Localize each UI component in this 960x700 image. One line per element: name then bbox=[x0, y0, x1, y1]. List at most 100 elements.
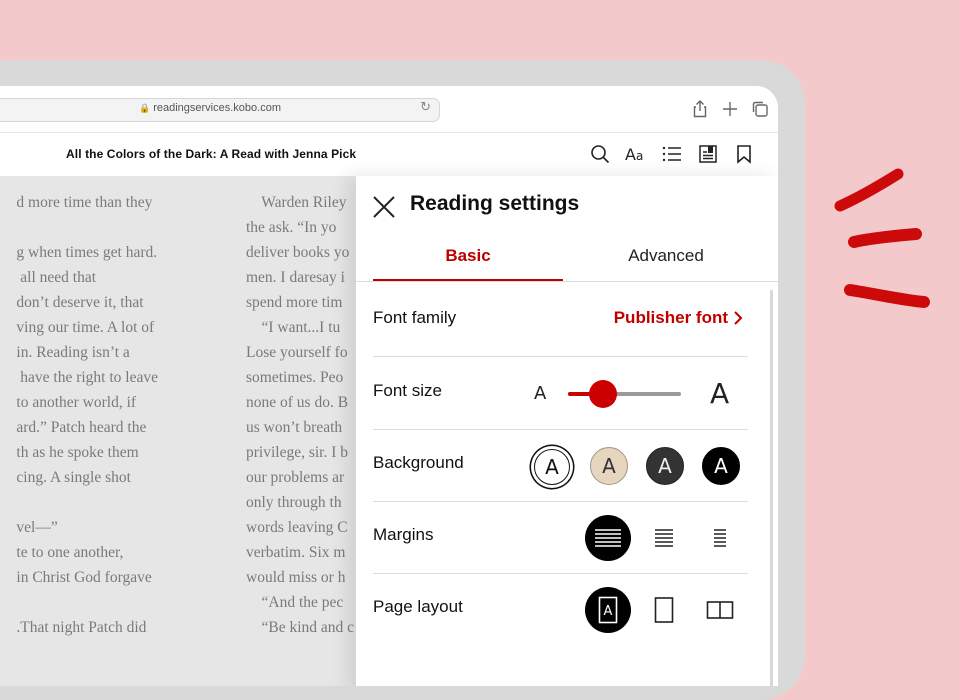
text-line: have the right to leave bbox=[16, 369, 158, 386]
text-line: spend more tim bbox=[246, 294, 343, 311]
text-line: none of us do. B bbox=[246, 394, 349, 411]
svg-text:A: A bbox=[604, 604, 613, 619]
text-line: privilege, sir. I b bbox=[246, 444, 349, 461]
swatch-glyph: A bbox=[658, 454, 672, 478]
tabs-divider bbox=[356, 281, 778, 282]
text-line: Lose yourself fo bbox=[246, 344, 348, 361]
margins-medium-icon bbox=[655, 529, 673, 547]
text-line: sometimes. Peo bbox=[246, 369, 344, 386]
book-title: All the Colors of the Dark: A Read with … bbox=[66, 147, 357, 161]
font-size-label: Font size bbox=[373, 381, 442, 400]
margins-medium-option[interactable] bbox=[641, 515, 687, 561]
text-line: “Be kind and c bbox=[246, 619, 355, 636]
text-line: .That night Patch did bbox=[16, 619, 147, 636]
text-line: in Christ God forgave bbox=[16, 569, 152, 586]
text-line: all need that bbox=[16, 269, 97, 286]
swatch-glyph: A bbox=[602, 454, 616, 478]
text-line bbox=[16, 590, 158, 615]
font-size-decrease-glyph[interactable]: A bbox=[534, 383, 546, 404]
text-line: verbatim. Six m bbox=[246, 544, 346, 561]
text-line: vel—” bbox=[16, 519, 58, 536]
chevron-right-icon[interactable] bbox=[730, 306, 746, 330]
text-line: don’t deserve it, that bbox=[16, 294, 144, 311]
background-black-option[interactable]: A bbox=[702, 447, 740, 485]
single-page-icon bbox=[654, 597, 674, 623]
decorative-scribble bbox=[834, 168, 930, 308]
margins-narrow-icon bbox=[714, 529, 726, 547]
text-line: te to one another, bbox=[16, 544, 124, 561]
page-column-left: d more time than they g when times get ha… bbox=[16, 190, 158, 640]
new-tab-icon[interactable] bbox=[720, 99, 740, 119]
table-of-contents-icon[interactable] bbox=[661, 143, 683, 165]
text-line: men. I daresay i bbox=[246, 269, 345, 286]
page-layout-label: Page layout bbox=[373, 597, 463, 616]
margins-narrow-option[interactable] bbox=[697, 515, 743, 561]
tab-basic[interactable]: Basic bbox=[373, 246, 563, 266]
text-line bbox=[16, 490, 158, 515]
page-layout-row: Page layout A bbox=[373, 573, 748, 645]
text-line: ving our time. A lot of bbox=[16, 319, 155, 336]
close-icon[interactable] bbox=[370, 193, 398, 221]
browser-toolbar: 🔒 readingservices.kobo.com ↻ bbox=[0, 86, 778, 132]
address-bar[interactable]: 🔒 readingservices.kobo.com ↻ bbox=[0, 98, 440, 122]
tablet-screen: 🔒 readingservices.kobo.com ↻ All the Colo… bbox=[0, 86, 778, 686]
scrollbar[interactable] bbox=[770, 290, 773, 686]
panel-title: Reading settings bbox=[410, 192, 580, 215]
reload-icon[interactable]: ↻ bbox=[420, 100, 431, 115]
book-page[interactable]: d more time than they g when times get ha… bbox=[0, 176, 356, 686]
text-line: “I want...I tu bbox=[246, 319, 341, 336]
text-line: cing. A single shot bbox=[16, 469, 131, 486]
page-column-right: Warden Riley the ask. “In yo deliver books… bbox=[246, 190, 354, 640]
font-size-increase-glyph[interactable]: A bbox=[710, 377, 729, 410]
font-settings-icon[interactable]: A a bbox=[625, 143, 647, 165]
margins-row: Margins bbox=[373, 501, 748, 574]
background-sepia-option[interactable]: A bbox=[590, 447, 628, 485]
text-line: g when times get hard. bbox=[16, 244, 158, 261]
swatch-glyph: A bbox=[714, 454, 728, 478]
text-line bbox=[16, 215, 158, 240]
text-line: only through th bbox=[246, 494, 342, 511]
text-line: “And the pec bbox=[246, 594, 344, 611]
page-layout-single-option[interactable] bbox=[641, 587, 687, 633]
text-line: in. Reading isn’t a bbox=[16, 344, 130, 361]
font-family-row[interactable]: Font family Publisher font bbox=[373, 284, 748, 357]
background-white-option[interactable]: A bbox=[534, 449, 570, 485]
font-family-value[interactable]: Publisher font bbox=[614, 308, 728, 328]
background-row: Background A A A A bbox=[373, 429, 748, 502]
two-page-icon bbox=[706, 601, 734, 619]
lock-icon: 🔒 bbox=[138, 103, 151, 113]
reader-header: All the Colors of the Dark: A Read with … bbox=[0, 132, 778, 177]
share-icon[interactable] bbox=[690, 99, 710, 119]
bookmark-icon[interactable] bbox=[733, 143, 755, 165]
margins-wide-icon bbox=[595, 529, 621, 547]
font-family-label: Font family bbox=[373, 308, 457, 327]
text-line: Warden Riley bbox=[246, 194, 347, 211]
page-layout-auto-icon: A bbox=[598, 596, 618, 624]
text-line: us won’t breath bbox=[246, 419, 343, 436]
page-layout-auto-option[interactable]: A bbox=[585, 587, 631, 633]
text-line: would miss or h bbox=[246, 569, 346, 586]
text-line: deliver books yo bbox=[246, 244, 350, 261]
svg-text:A: A bbox=[625, 145, 636, 164]
url-text: readingservices.kobo.com bbox=[153, 102, 281, 114]
swatch-glyph: A bbox=[545, 455, 559, 479]
background-label: Background bbox=[373, 453, 464, 472]
text-line: the ask. “In yo bbox=[246, 219, 337, 236]
notes-icon[interactable] bbox=[697, 143, 719, 165]
svg-text:a: a bbox=[636, 149, 643, 163]
font-size-slider[interactable] bbox=[568, 380, 681, 408]
margins-label: Margins bbox=[373, 525, 434, 544]
page-layout-two-page-option[interactable] bbox=[697, 587, 743, 633]
text-line: our problems ar bbox=[246, 469, 345, 486]
font-size-row: Font size A A bbox=[373, 357, 748, 430]
background-dark-gray-option[interactable]: A bbox=[646, 447, 684, 485]
tabs-icon[interactable] bbox=[750, 99, 770, 119]
font-size-slider-thumb[interactable] bbox=[589, 380, 618, 408]
text-line: th as he spoke them bbox=[16, 444, 139, 461]
text-line: d more time than they bbox=[16, 194, 153, 211]
text-line: ard.” Patch heard the bbox=[16, 419, 147, 436]
margins-wide-option[interactable] bbox=[585, 515, 631, 561]
reading-settings-panel: Reading settings Basic Advanced Font fam… bbox=[356, 176, 778, 686]
tab-advanced[interactable]: Advanced bbox=[571, 246, 761, 266]
search-icon[interactable] bbox=[589, 143, 611, 165]
